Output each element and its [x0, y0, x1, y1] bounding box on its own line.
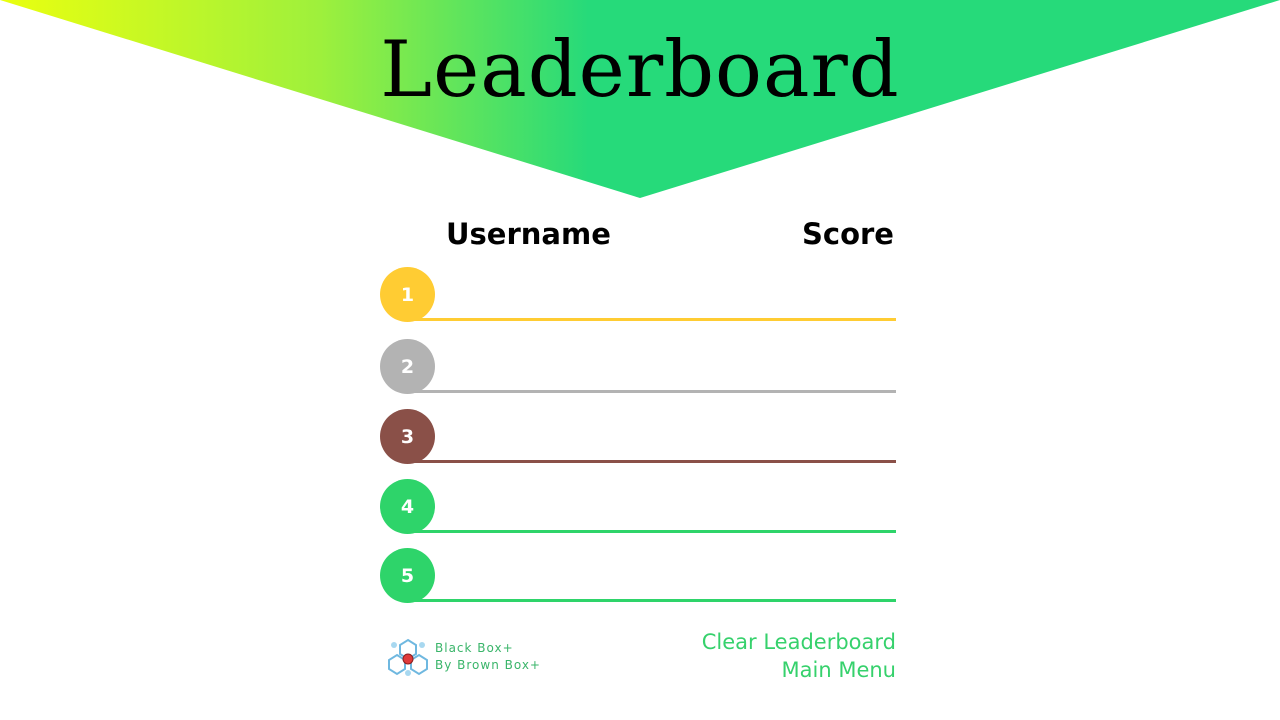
brand-text: Black Box+ By Brown Box+ — [435, 640, 541, 674]
row-underline — [404, 599, 896, 602]
brand-logo-icon — [388, 638, 428, 676]
brand-name: Black Box+ — [435, 641, 514, 655]
rank-badge: 1 — [380, 267, 435, 322]
page-title: Leaderboard — [380, 25, 900, 115]
leaderboard-row-3: 3 — [380, 409, 898, 465]
row-underline — [404, 460, 896, 463]
rank-badge: 2 — [380, 339, 435, 394]
leaderboard-row-5: 5 — [380, 548, 898, 604]
main-menu-button[interactable]: Main Menu — [782, 656, 896, 684]
brand-byline: By Brown Box+ — [435, 658, 541, 672]
leaderboard-row-2: 2 — [380, 339, 898, 395]
row-underline — [404, 530, 896, 533]
rank-badge: 3 — [380, 409, 435, 464]
username-column-header: Username — [446, 217, 611, 251]
leaderboard-row-1: 1 — [380, 267, 898, 323]
row-underline — [404, 318, 896, 321]
leaderboard-row-4: 4 — [380, 479, 898, 535]
row-underline — [404, 390, 896, 393]
score-column-header: Score — [802, 217, 894, 251]
clear-leaderboard-button[interactable]: Clear Leaderboard — [702, 628, 896, 656]
rank-badge: 4 — [380, 479, 435, 534]
rank-badge: 5 — [380, 548, 435, 603]
